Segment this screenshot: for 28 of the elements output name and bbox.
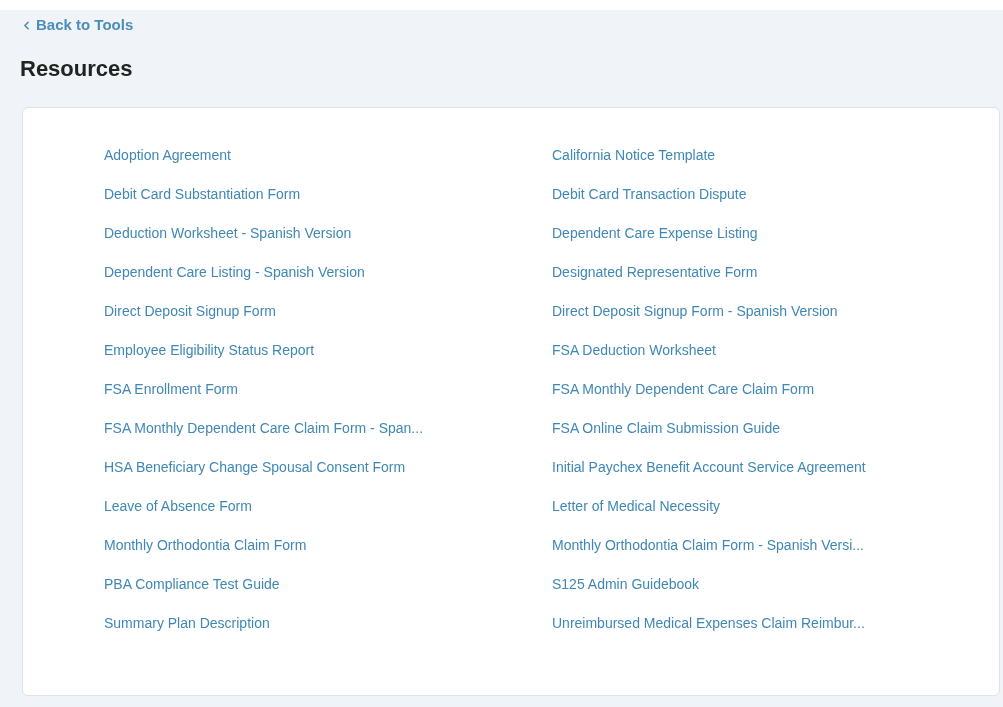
resource-link[interactable]: Summary Plan Description: [104, 614, 270, 633]
resource-link[interactable]: Debit Card Transaction Dispute: [552, 185, 747, 204]
resource-link[interactable]: FSA Online Claim Submission Guide: [552, 419, 780, 438]
resource-link[interactable]: FSA Enrollment Form: [104, 380, 238, 399]
back-link[interactable]: Back to Tools: [20, 14, 134, 37]
resource-link[interactable]: FSA Monthly Dependent Care Claim Form: [552, 380, 815, 399]
resource-link[interactable]: Direct Deposit Signup Form: [104, 302, 276, 321]
resource-link[interactable]: Employee Eligibility Status Report: [104, 341, 315, 360]
resource-link[interactable]: HSA Beneficiary Change Spousal Consent Form: [104, 458, 406, 477]
resource-link[interactable]: FSA Monthly Dependent Care Claim Form - Span...: [104, 419, 424, 438]
page-title: Resources: [20, 54, 133, 82]
resource-link[interactable]: Direct Deposit Signup Form - Spanish Version: [552, 302, 838, 321]
resource-link[interactable]: Dependent Care Expense Listing: [552, 224, 758, 243]
resource-link[interactable]: Debit Card Substantiation Form: [104, 185, 301, 204]
resource-link[interactable]: S125 Admin Guidebook: [552, 575, 700, 594]
resource-link[interactable]: Initial Paychex Benefit Account Service Agreement: [552, 458, 866, 477]
resource-link[interactable]: Dependent Care Listing - Spanish Version: [104, 263, 365, 282]
resource-link[interactable]: Designated Representative Form: [552, 263, 758, 282]
resource-link[interactable]: Deduction Worksheet - Spanish Version: [104, 224, 352, 243]
resource-link[interactable]: Adoption Agreement: [104, 146, 231, 165]
resource-link[interactable]: PBA Compliance Test Guide: [104, 575, 280, 594]
resource-link[interactable]: Monthly Orthodontia Claim Form: [104, 536, 307, 555]
resource-link[interactable]: Unreimbursed Medical Expenses Claim Reimbur...: [552, 614, 865, 633]
resource-link[interactable]: Leave of Absence Form: [104, 497, 252, 516]
resource-link[interactable]: Monthly Orthodontia Claim Form - Spanish Versi...: [552, 536, 864, 555]
resource-link[interactable]: California Notice Template: [552, 146, 716, 165]
resource-link[interactable]: FSA Deduction Worksheet: [552, 341, 716, 360]
resource-link[interactable]: Letter of Medical Necessity: [552, 497, 721, 516]
